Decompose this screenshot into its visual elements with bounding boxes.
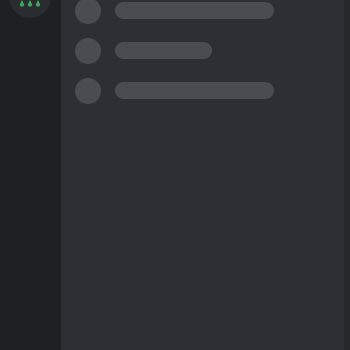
avatar-placeholder <box>75 38 101 64</box>
avatar-placeholder <box>75 78 101 104</box>
text-placeholder <box>115 42 212 59</box>
server-icon-button[interactable] <box>9 0 51 18</box>
loading-placeholder-row <box>75 0 345 24</box>
loading-placeholder-row <box>75 38 345 64</box>
server-rail <box>0 0 61 350</box>
app-window <box>0 0 350 350</box>
server-status-icon <box>19 0 41 7</box>
text-placeholder <box>115 2 274 19</box>
text-placeholder <box>115 82 274 99</box>
panel-divider <box>344 0 350 350</box>
content-panel <box>61 0 350 350</box>
avatar-placeholder <box>75 0 101 24</box>
loading-placeholder-row <box>75 78 345 104</box>
